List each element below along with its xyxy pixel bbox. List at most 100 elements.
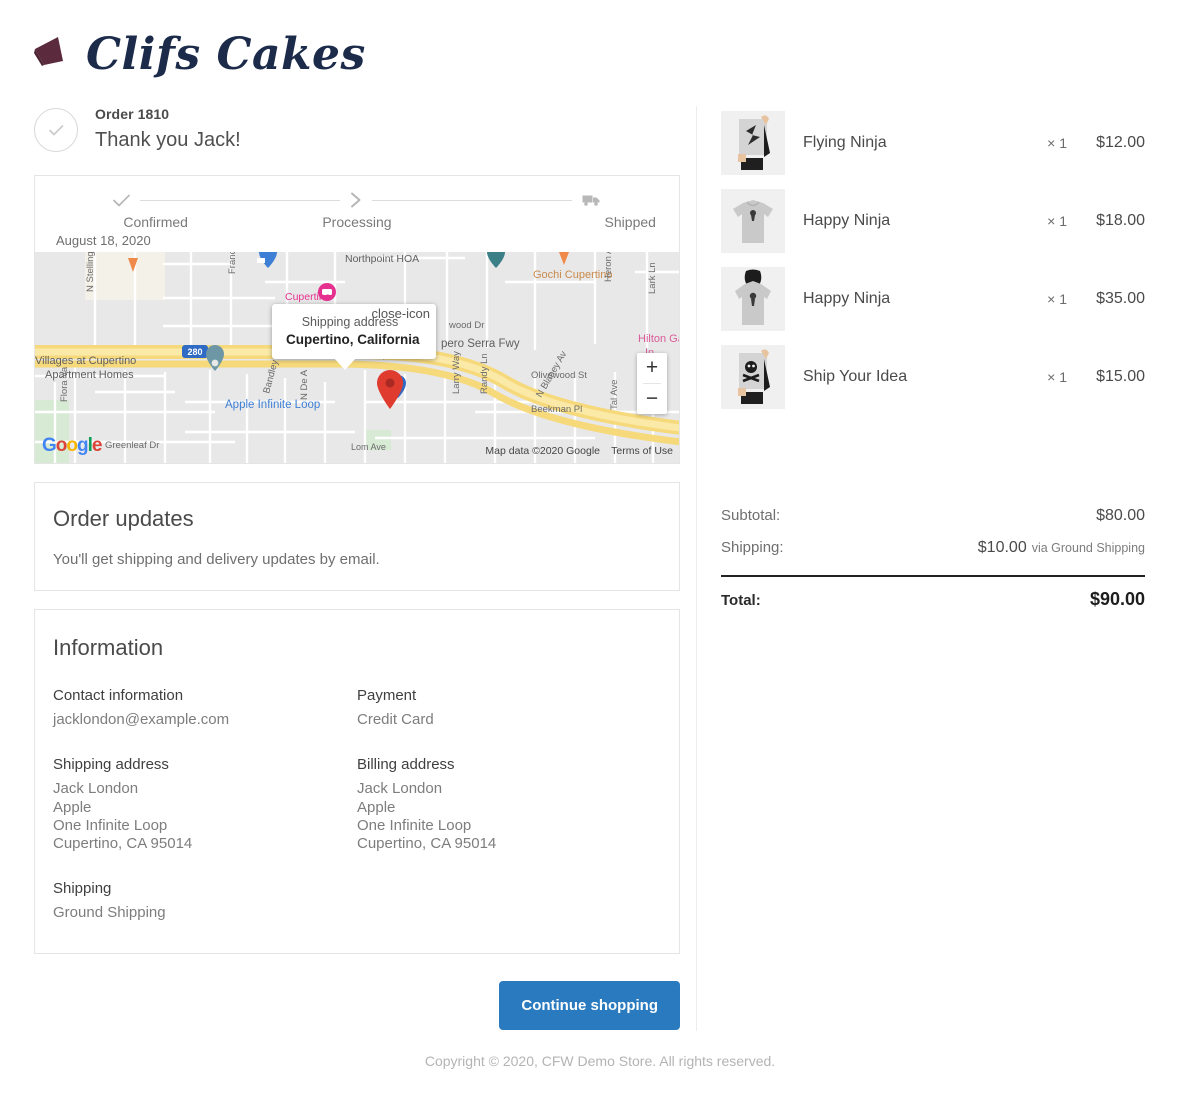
- order-updates-title: Order updates: [53, 506, 194, 531]
- shipping-method-block: Shipping Ground Shipping: [53, 880, 357, 922]
- thank-you-message: Thank you Jack!: [95, 129, 241, 151]
- shipping-row: Shipping: $10.00 via Ground Shipping: [721, 532, 1145, 564]
- shipping-address-map[interactable]: 280 N Stelling Rd Franco Ct Northpoint H…: [34, 252, 680, 464]
- table-row: Happy Ninja × 1 $18.00: [721, 182, 1145, 260]
- payment-block: Payment Credit Card: [357, 687, 661, 729]
- table-row: Happy Ninja × 1 $35.00: [721, 260, 1145, 338]
- svg-text:Larry Way: Larry Way: [451, 351, 462, 394]
- order-updates-text: You'll get shipping and delivery updates…: [53, 551, 380, 568]
- product-name: Happy Ninja: [803, 212, 891, 229]
- brand-name: Clifs Cakes: [86, 28, 366, 80]
- shipping-address-value: Jack London Apple One Infinite Loop Cupe…: [53, 780, 193, 853]
- tracker-step-confirmed: Confirmed: [123, 214, 188, 230]
- product-price: $35.00: [1096, 290, 1145, 307]
- svg-text:N De A: N De A: [299, 369, 310, 400]
- shipping-value: $10.00: [977, 539, 1027, 556]
- subtotal-label: Subtotal:: [721, 507, 781, 524]
- svg-text:Lom Ave: Lom Ave: [351, 442, 386, 452]
- contact-information-heading: Contact information: [53, 687, 184, 704]
- product-price: $18.00: [1096, 212, 1145, 229]
- product-quantity: × 1: [1047, 291, 1067, 307]
- column-divider: [696, 106, 697, 1031]
- payment-heading: Payment: [357, 687, 417, 704]
- map-attribution: Map data ©2020 Google: [485, 445, 600, 457]
- payment-value: Credit Card: [357, 711, 434, 728]
- table-row: Ship Your Idea × 1 $15.00: [721, 338, 1145, 416]
- order-updates-panel: Order updates You'll get shipping and de…: [34, 482, 680, 591]
- google-logo[interactable]: Google: [42, 435, 103, 457]
- svg-text:wood Dr: wood Dr: [448, 320, 484, 331]
- information-panel: Information Contact information jacklond…: [34, 609, 680, 954]
- order-number: Order 1810: [95, 106, 170, 122]
- svg-text:Lark Ln: Lark Ln: [647, 262, 658, 294]
- order-confirmation-header: Order 1810 Thank you Jack!: [34, 104, 680, 152]
- svg-text:Heron Ave: Heron Ave: [603, 252, 614, 282]
- svg-text:280: 280: [187, 347, 202, 357]
- contact-information-block: Contact information jacklondon@example.c…: [53, 687, 357, 729]
- tracker-line-1: [140, 199, 340, 201]
- google-logo-letter: e: [91, 435, 103, 456]
- tracker-labels: Confirmed Processing Shipped: [55, 214, 659, 230]
- shipping-method-heading: Shipping: [53, 880, 112, 898]
- product-name: Flying Ninja: [803, 134, 887, 151]
- svg-text:Hilton Ga: Hilton Ga: [638, 333, 680, 345]
- page-actions: Continue shopping: [34, 980, 680, 1030]
- product-name: Ship Your Idea: [803, 368, 908, 385]
- svg-text:Tal Ave: Tal Ave: [609, 380, 620, 410]
- svg-text:N Stelling Rd: N Stelling Rd: [85, 252, 96, 292]
- product-price: $12.00: [1096, 134, 1145, 151]
- google-logo-letter: g: [77, 435, 89, 456]
- subtotal-row: Subtotal: $80.00: [721, 500, 1145, 532]
- grand-total-row: Total: $90.00: [721, 577, 1145, 610]
- total-label: Total:: [721, 592, 761, 609]
- footer-copyright: Copyright © 2020, CFW Demo Store. All ri…: [424, 1053, 776, 1069]
- product-quantity: × 1: [1047, 135, 1067, 151]
- svg-text:Flora Va: Flora Va: [59, 366, 70, 402]
- tracker-step-processing: Processing: [322, 214, 392, 230]
- svg-text:Northpoint HOA: Northpoint HOA: [345, 253, 419, 265]
- google-logo-letter: o: [55, 435, 68, 456]
- svg-text:pero Serra Fwy: pero Serra Fwy: [441, 338, 520, 350]
- information-row-2: Shipping address Jack London Apple One I…: [53, 756, 661, 853]
- billing-address-block: Billing address Jack London Apple One In…: [357, 756, 661, 853]
- close-icon[interactable]: close-icon: [371, 307, 430, 320]
- tracker-rail: [55, 192, 659, 208]
- continue-shopping-button[interactable]: Continue shopping: [499, 980, 680, 1030]
- map-zoom-controls[interactable]: + −: [637, 353, 667, 414]
- shipping-method-value: Ground Shipping: [53, 904, 166, 922]
- svg-text:Greenleaf Dr: Greenleaf Dr: [105, 440, 159, 451]
- product-thumbnail[interactable]: [721, 111, 785, 175]
- order-totals: Subtotal: $80.00 Shipping: $10.00 via Gr…: [721, 500, 1145, 610]
- shipping-method-note: via Ground Shipping: [1031, 541, 1145, 555]
- svg-text:Randy Ln: Randy Ln: [479, 353, 490, 394]
- zoom-in-button[interactable]: +: [637, 353, 667, 383]
- truck-icon: [582, 193, 601, 207]
- tracker-confirmed-date: August 18, 2020: [56, 233, 151, 248]
- subtotal-value: $80.00: [1096, 507, 1145, 524]
- google-logo-letter: G: [42, 435, 57, 456]
- billing-address-heading: Billing address: [357, 756, 455, 774]
- svg-text:Villages at Cupertino: Villages at Cupertino: [35, 355, 136, 367]
- check-icon: [113, 194, 130, 207]
- product-thumbnail[interactable]: [721, 345, 785, 409]
- site-logo[interactable]: Clifs Cakes: [30, 18, 366, 90]
- contact-information-value: jacklondon@example.com: [53, 711, 230, 728]
- product-quantity: × 1: [1047, 369, 1067, 385]
- information-row-1: Contact information jacklondon@example.c…: [53, 687, 661, 729]
- shipping-address-heading: Shipping address: [53, 756, 169, 774]
- left-column: Order 1810 Thank you Jack! Confirmed Pro…: [34, 104, 680, 1030]
- map-terms-link[interactable]: Terms of Use: [611, 445, 673, 457]
- product-quantity: × 1: [1047, 213, 1067, 229]
- billing-address-value: Jack London Apple One Infinite Loop Cupe…: [357, 780, 497, 853]
- order-summary-column: Flying Ninja × 1 $12.00 Happy Ninja × 1 …: [721, 104, 1145, 610]
- product-thumbnail[interactable]: [721, 189, 785, 253]
- order-confirmation-page: Clifs Cakes Order 1810 Thank you Jack! C…: [0, 0, 1200, 1103]
- cake-slice-icon: [30, 31, 76, 77]
- shipping-address-tooltip: close-icon Shipping address Cupertino, C…: [272, 304, 436, 370]
- zoom-out-button[interactable]: −: [637, 384, 667, 414]
- product-thumbnail[interactable]: [721, 267, 785, 331]
- tooltip-place: Cupertino, California: [286, 332, 420, 347]
- svg-text:Gochi Cupertino: Gochi Cupertino: [533, 269, 613, 281]
- shipping-address-block: Shipping address Jack London Apple One I…: [53, 756, 357, 853]
- total-value: $90.00: [1089, 589, 1145, 609]
